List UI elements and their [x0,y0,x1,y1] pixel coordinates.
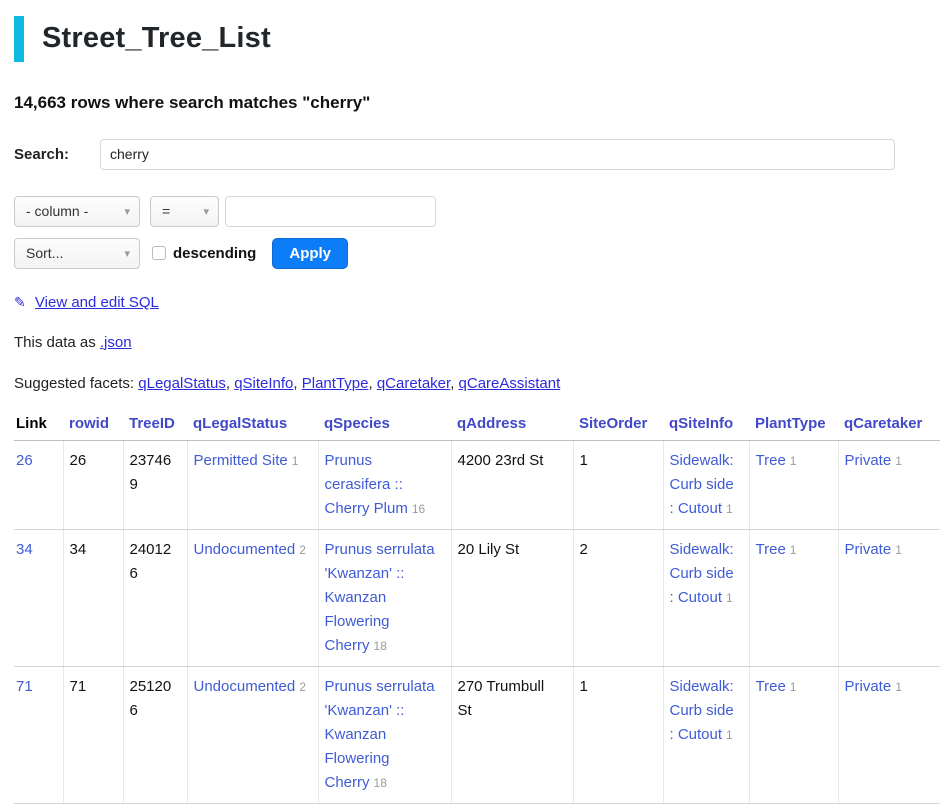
column-header-planttype[interactable]: PlantType [749,413,838,441]
cell-site-info-link[interactable]: Sidewalk: Curb side : Cutout [670,678,734,743]
cell-rowid: 34 [63,529,123,666]
cell-address: 20 Lily St [451,529,573,666]
facet-separator: , [450,375,454,392]
facet-count: 1 [790,454,797,468]
facet-count: 16 [412,502,425,516]
sort-select[interactable]: Sort... ▾ [14,238,140,269]
table-row: 26 26 237469 Permitted Site 1 Prunus cera… [14,440,940,529]
column-header-qsiteinfo[interactable]: qSiteInfo [663,413,749,441]
facet-count: 1 [895,454,902,468]
column-header-rowid[interactable]: rowid [63,413,123,441]
cell-species-link[interactable]: Prunus serrulata 'Kwanzan' :: Kwanzan Fl… [325,541,435,654]
facet-separator: , [293,375,297,392]
cell-plant-type-link[interactable]: Tree [756,678,786,695]
cell-plant-type-link[interactable]: Tree [756,541,786,558]
facet-count: 1 [790,543,797,557]
results-table: Link rowid TreeID qLegalStatus qSpecies … [14,413,940,804]
cell-treeid: 237469 [123,440,187,529]
facet-link-qlegalstatus[interactable]: qLegalStatus [138,375,226,392]
cell-plant-type-link[interactable]: Tree [756,452,786,469]
view-edit-sql-link[interactable]: View and edit SQL [35,294,159,311]
facet-count: 1 [895,543,902,557]
sort-row: Sort... ▾ descending Apply [14,238,926,269]
cell-rowid: 71 [63,666,123,803]
column-header-qaddress[interactable]: qAddress [451,413,573,441]
chevron-down-icon: ▾ [124,205,130,218]
cell-species-link[interactable]: Prunus serrulata 'Kwanzan' :: Kwanzan Fl… [325,678,435,791]
row-link[interactable]: 71 [16,678,33,695]
filter-column-select[interactable]: - column - ▾ [14,196,140,227]
facet-count: 1 [790,680,797,694]
column-header-qlegalstatus[interactable]: qLegalStatus [187,413,318,441]
cell-site-order: 1 [573,666,663,803]
pencil-icon: ✎ [14,294,26,310]
facet-count: 1 [726,591,733,605]
row-link[interactable]: 34 [16,541,33,558]
column-header-treeid[interactable]: TreeID [123,413,187,441]
column-header-link: Link [14,413,63,441]
facet-link-qsiteinfo[interactable]: qSiteInfo [234,375,293,392]
sort-select-value: Sort... [26,245,63,261]
table-header-row: Link rowid TreeID qLegalStatus qSpecies … [14,413,940,441]
cell-legal-status-link[interactable]: Undocumented [194,541,296,558]
column-header-siteorder[interactable]: SiteOrder [573,413,663,441]
apply-button[interactable]: Apply [272,238,348,269]
facet-count: 2 [299,680,306,694]
cell-site-info-link[interactable]: Sidewalk: Curb side : Cutout [670,452,734,517]
filter-operator-select[interactable]: = ▾ [150,196,219,227]
cell-legal-status-link[interactable]: Permitted Site [194,452,288,469]
cell-address: 4200 23rd St [451,440,573,529]
facet-count: 18 [374,776,387,790]
cell-site-order: 1 [573,440,663,529]
row-count-summary: 14,663 rows where search matches "cherry… [14,93,926,113]
facet-count: 1 [292,454,299,468]
facet-count: 1 [726,728,733,742]
column-header-qcaretaker[interactable]: qCaretaker [838,413,940,441]
facet-count: 18 [374,639,387,653]
facets-line: Suggested facets: qLegalStatus, qSiteInf… [14,375,926,392]
column-header-qspecies[interactable]: qSpecies [318,413,451,441]
row-link[interactable]: 26 [16,452,33,469]
filter-operator-value: = [162,203,170,219]
facet-count: 1 [895,680,902,694]
table-row: 71 71 251206 Undocumented2 Prunus serrul… [14,666,940,803]
export-prefix: This data as [14,334,96,351]
descending-checkbox[interactable] [152,246,166,260]
descending-label: descending [173,245,256,262]
cell-address: 270 Trumbull St [451,666,573,803]
page: Street_Tree_List 14,663 rows where searc… [0,0,940,804]
chevron-down-icon: ▾ [124,247,130,260]
search-label: Search: [14,146,100,163]
facet-count: 2 [299,543,306,557]
page-title: Street_Tree_List [14,16,926,62]
facet-link-qcareassistant[interactable]: qCareAssistant [459,375,561,392]
chevron-down-icon: ▾ [203,205,209,218]
cell-rowid: 26 [63,440,123,529]
facet-count: 1 [726,502,733,516]
cell-site-info-link[interactable]: Sidewalk: Curb side : Cutout [670,541,734,606]
cell-legal-status-link[interactable]: Undocumented [194,678,296,695]
filter-column-value: - column - [26,203,88,219]
facet-separator: , [226,375,230,392]
json-export-link[interactable]: .json [100,334,132,351]
sql-line: ✎ View and edit SQL [14,294,926,311]
table-row: 34 34 240126 Undocumented2 Prunus serrul… [14,529,940,666]
filter-value-input[interactable] [225,196,436,227]
export-line: This data as .json [14,334,926,351]
cell-caretaker-link[interactable]: Private [845,678,892,695]
search-input[interactable] [100,139,895,170]
cell-treeid: 251206 [123,666,187,803]
facet-separator: , [368,375,372,392]
search-row: Search: [14,139,926,170]
cell-treeid: 240126 [123,529,187,666]
filter-row: - column - ▾ = ▾ [14,196,926,227]
cell-caretaker-link[interactable]: Private [845,541,892,558]
facet-link-qcaretaker[interactable]: qCaretaker [377,375,450,392]
facet-link-planttype[interactable]: PlantType [302,375,369,392]
cell-species-link[interactable]: Prunus cerasifera :: Cherry Plum [325,452,408,517]
cell-site-order: 2 [573,529,663,666]
cell-caretaker-link[interactable]: Private [845,452,892,469]
facets-prefix: Suggested facets: [14,375,134,392]
